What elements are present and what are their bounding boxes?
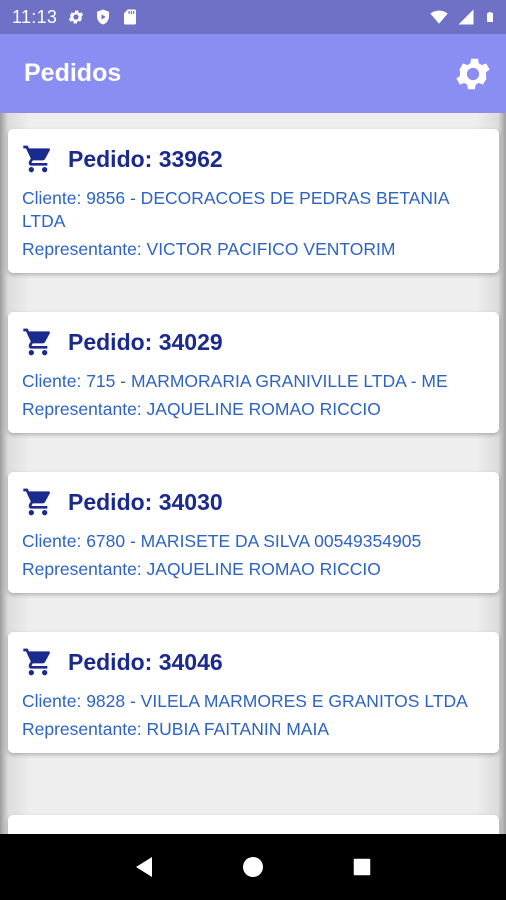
back-icon (136, 857, 153, 877)
order-card[interactable]: Pedido: 34046 Cliente: 9828 - VILELA MAR… (8, 632, 499, 753)
order-card-partial[interactable] (8, 815, 499, 834)
navigation-bar (0, 834, 506, 900)
shopping-cart-icon (23, 145, 50, 173)
order-client: Cliente: 6780 - MARISETE DA SILVA 005493… (22, 531, 422, 551)
order-header: Pedido: 34046 (22, 646, 485, 678)
app-bar: Pedidos (0, 34, 506, 113)
order-representative: Representante: JAQUELINE ROMAO RICCIO (22, 559, 381, 579)
shopping-cart-icon (23, 648, 50, 676)
order-header: Pedido: 34029 (22, 326, 485, 358)
status-bar: 11:13 (0, 0, 506, 34)
wifi-icon (430, 10, 448, 24)
order-title: Pedido: 34046 (68, 648, 223, 675)
recents-icon (353, 858, 370, 876)
order-card[interactable]: Pedido: 33962 Cliente: 9856 - DECORACOES… (8, 129, 499, 273)
status-bar-left: 11:13 (12, 7, 139, 28)
sd-card-icon (124, 9, 137, 25)
back-button[interactable] (124, 847, 164, 887)
order-representative: Representante: VICTOR PACIFICO VENTORIM (22, 239, 396, 259)
order-header: Pedido: 34030 (22, 486, 485, 518)
shopping-cart-icon (23, 488, 50, 516)
page-title: Pedidos (24, 59, 122, 87)
home-icon (242, 857, 263, 877)
order-title: Pedido: 34030 (68, 488, 223, 515)
order-card[interactable]: Pedido: 34030 Cliente: 6780 - MARISETE D… (8, 472, 499, 593)
gear-icon (69, 10, 84, 24)
order-client: Cliente: 715 - MARMORARIA GRANIVILLE LTD… (22, 371, 448, 391)
status-icons-left (67, 8, 139, 26)
order-representative: Representante: RUBIA FAITANIN MAIA (22, 719, 330, 739)
shield-icon (97, 9, 110, 25)
recents-button[interactable] (342, 847, 382, 887)
order-client: Cliente: 9828 - VILELA MARMORES E GRANIT… (22, 691, 468, 711)
status-time: 11:13 (12, 6, 58, 27)
cell-signal-icon (458, 9, 474, 25)
order-client: Cliente: 9856 - DECORACOES DE PEDRAS BET… (22, 188, 449, 231)
order-representative: Representante: JAQUELINE ROMAO RICCIO (22, 399, 381, 419)
settings-button[interactable] (450, 51, 496, 97)
order-header: Pedido: 33962 (22, 143, 485, 175)
home-button[interactable] (233, 847, 273, 887)
order-title: Pedido: 33962 (68, 145, 223, 172)
status-icons-right (430, 8, 496, 26)
orders-list[interactable]: Pedido: 33962 Cliente: 9856 - DECORACOES… (0, 113, 506, 834)
order-title: Pedido: 34029 (68, 328, 223, 355)
order-card[interactable]: Pedido: 34029 Cliente: 715 - MARMORARIA … (8, 312, 499, 433)
battery-icon (487, 12, 493, 22)
gear-icon (456, 58, 490, 89)
shopping-cart-icon (23, 328, 50, 356)
